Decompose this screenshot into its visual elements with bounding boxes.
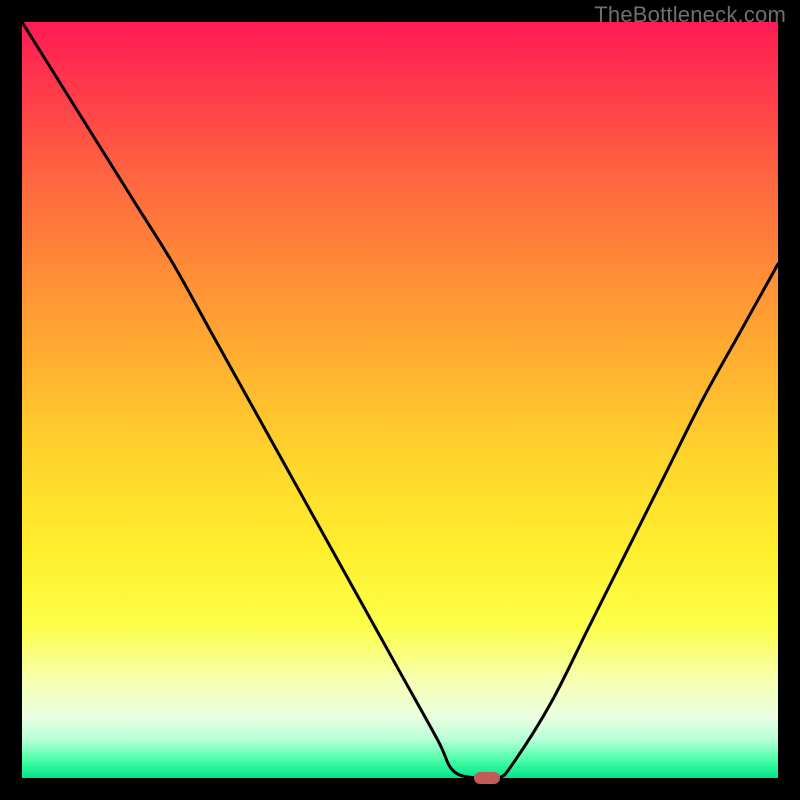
chart-frame: TheBottleneck.com [0, 0, 800, 800]
curve-svg [22, 22, 778, 778]
optimum-marker [474, 772, 500, 784]
bottleneck-curve-path [22, 22, 778, 780]
plot-area [22, 22, 778, 778]
